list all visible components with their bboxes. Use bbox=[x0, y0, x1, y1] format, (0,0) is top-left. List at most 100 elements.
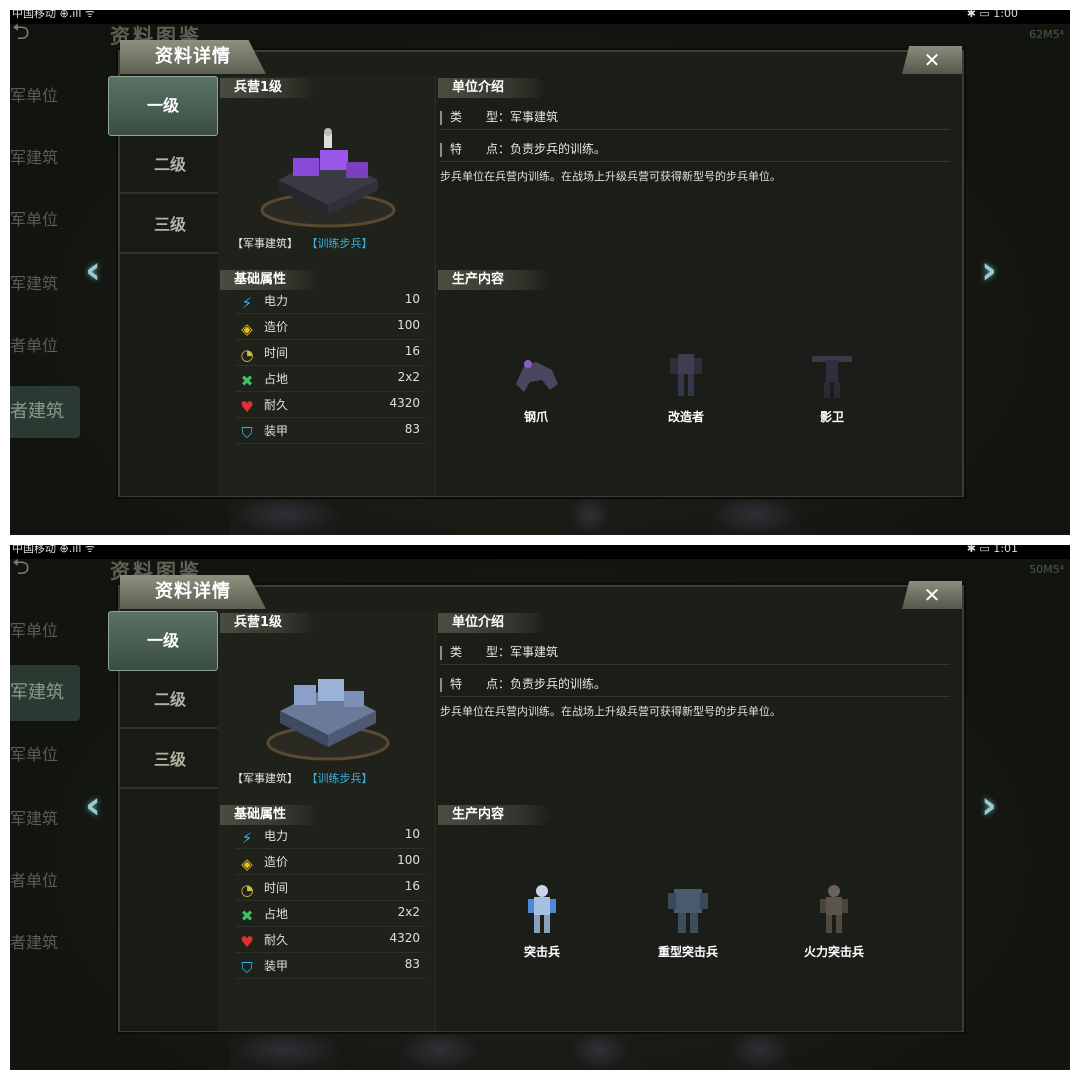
lightning-icon: ⚡ bbox=[241, 829, 253, 847]
attr-value: 16 bbox=[404, 344, 420, 358]
unit-name: 火力突击兵 bbox=[803, 945, 864, 959]
attr-label: 电力 bbox=[264, 829, 289, 843]
attr-value: 10 bbox=[404, 827, 420, 841]
cube-icon: ◈ bbox=[241, 855, 253, 873]
building-tags: 【军事建筑】 【训练步兵】 bbox=[232, 235, 373, 251]
unit-type-text: 类 型：军事建筑 bbox=[450, 645, 559, 659]
close-button[interactable]: ✕ bbox=[902, 581, 962, 609]
production-header: 生产内容 bbox=[438, 270, 552, 290]
area-icon: ✖ bbox=[240, 907, 254, 925]
memory-readout: 62M5⁴ bbox=[1029, 28, 1064, 41]
unit-type-text: 类 型：军事建筑 bbox=[450, 110, 559, 124]
beast-unit-icon bbox=[516, 360, 558, 392]
category-item[interactable]: 者单位 bbox=[10, 861, 80, 901]
category-item[interactable]: 军建筑 bbox=[10, 138, 80, 178]
next-arrow-button[interactable]: › bbox=[972, 248, 1006, 292]
category-item[interactable]: 军建筑 bbox=[10, 264, 80, 304]
category-item[interactable]: 军单位 bbox=[10, 76, 80, 116]
unit-feature-text: 特 点：负责步兵的训练。 bbox=[450, 677, 607, 691]
produced-unit[interactable]: 改造者 bbox=[636, 344, 736, 425]
intro-header: 单位介绍 bbox=[438, 78, 548, 98]
category-item[interactable]: 军建筑 bbox=[10, 799, 80, 839]
background-building bbox=[730, 1030, 790, 1070]
attr-value: 16 bbox=[404, 879, 420, 893]
produced-unit[interactable]: 重型突击兵 bbox=[638, 879, 738, 960]
attr-value: 2x2 bbox=[397, 905, 420, 919]
building-tags: 【军事建筑】 【训练步兵】 bbox=[232, 770, 373, 786]
barracks-building-icon bbox=[260, 128, 396, 228]
produced-unit[interactable]: 钢爪 bbox=[486, 344, 586, 425]
unit-name: 重型突击兵 bbox=[657, 945, 718, 959]
unit-name: 改造者 bbox=[667, 410, 704, 424]
category-item[interactable]: 者单位 bbox=[10, 326, 80, 366]
close-button[interactable]: ✕ bbox=[902, 46, 962, 74]
attr-value: 4320 bbox=[389, 931, 420, 945]
intro-header: 单位介绍 bbox=[438, 613, 548, 633]
tag-category: 【军事建筑】 bbox=[232, 772, 298, 785]
produced-unit[interactable]: 火力突击兵 bbox=[784, 879, 884, 960]
prev-arrow-button[interactable]: ‹ bbox=[76, 783, 110, 827]
shield-icon: ⛉ bbox=[241, 424, 253, 442]
area-icon: ✖ bbox=[240, 372, 254, 390]
attr-row: ⛉ 装甲 83 bbox=[236, 955, 426, 979]
category-item-active[interactable]: 军建筑 bbox=[10, 665, 80, 721]
status-right: ✱ ▭ 1:01 bbox=[966, 545, 1018, 555]
attr-value: 4320 bbox=[389, 396, 420, 410]
tab-level-1[interactable]: 一级 bbox=[108, 76, 218, 136]
category-item[interactable]: 军单位 bbox=[10, 200, 80, 240]
attr-label: 时间 bbox=[264, 881, 289, 895]
heavy-assault-unit-icon bbox=[668, 889, 708, 933]
attr-row: ✖ 占地 2x2 bbox=[236, 903, 426, 927]
lightning-icon: ⚡ bbox=[241, 294, 253, 312]
category-item-active[interactable]: 者建筑 bbox=[10, 386, 80, 438]
level-tabs: 一级 二级 三级 bbox=[108, 611, 220, 1031]
building-name-header: 兵营1级 bbox=[220, 78, 316, 98]
attr-label: 装甲 bbox=[264, 959, 289, 973]
attributes-header: 基础属性 bbox=[220, 805, 320, 825]
back-button[interactable]: ⮌ bbox=[12, 22, 52, 44]
attr-label: 电力 bbox=[264, 294, 289, 308]
attr-label: 时间 bbox=[264, 346, 289, 360]
back-button[interactable]: ⮌ bbox=[12, 557, 52, 579]
tab-level-3[interactable]: 三级 bbox=[120, 196, 220, 254]
produced-unit[interactable]: 影卫 bbox=[782, 344, 882, 425]
attr-row: ⚡ 电力 10 bbox=[236, 290, 426, 314]
category-item[interactable]: 者建筑 bbox=[10, 923, 80, 963]
background-building bbox=[230, 495, 340, 535]
attributes-header: 基础属性 bbox=[220, 270, 320, 290]
produced-unit[interactable]: 突击兵 bbox=[492, 879, 592, 960]
unit-name: 影卫 bbox=[819, 410, 844, 424]
category-item[interactable]: 军单位 bbox=[10, 611, 80, 651]
production-header: 生产内容 bbox=[438, 805, 552, 825]
screenshot-bottom: 中国移动 ⊕.ıll ᯤ ✱ ▭ 1:01 ⮌ 资料图鉴 50M5⁴ 军单位 军… bbox=[10, 545, 1070, 1070]
clock-icon: ◔ bbox=[240, 881, 254, 899]
attr-row: ♥ 耐久 4320 bbox=[236, 929, 426, 953]
attr-label: 耐久 bbox=[264, 398, 289, 412]
tab-level-1[interactable]: 一级 bbox=[108, 611, 218, 671]
status-left: 中国移动 ⊕.ıll ᯤ bbox=[12, 545, 95, 555]
attr-row: ◔ 时间 16 bbox=[236, 342, 426, 366]
building-name-header: 兵营1级 bbox=[220, 613, 316, 633]
attr-label: 造价 bbox=[264, 320, 289, 334]
tag-role: 【训练步兵】 bbox=[312, 772, 373, 785]
shield-icon: ⛉ bbox=[241, 959, 253, 977]
prev-arrow-button[interactable]: ‹ bbox=[76, 248, 110, 292]
attr-row: ✖ 占地 2x2 bbox=[236, 368, 426, 392]
screenshot-top: 中国移动 ⊕.ıll ᯤ ✱ ▭ 1:00 ⮌ 资料图鉴 62M5⁴ 军单位 军… bbox=[10, 10, 1070, 535]
attr-value: 83 bbox=[404, 422, 420, 436]
memory-readout: 50M5⁴ bbox=[1029, 563, 1064, 576]
attr-row: ◔ 时间 16 bbox=[236, 877, 426, 901]
unit-feature-row: 特 点：负责步兵的训练。 bbox=[440, 671, 950, 697]
category-item[interactable]: 军单位 bbox=[10, 735, 80, 775]
tab-level-2[interactable]: 二级 bbox=[120, 136, 220, 194]
mech-unit-icon bbox=[670, 354, 702, 396]
level-tabs: 一级 二级 三级 bbox=[108, 76, 220, 496]
tab-level-3[interactable]: 三级 bbox=[120, 731, 220, 789]
next-arrow-button[interactable]: › bbox=[972, 783, 1006, 827]
attr-row: ◈ 造价 100 bbox=[236, 316, 426, 340]
tab-level-2[interactable]: 二级 bbox=[120, 671, 220, 729]
attr-value: 2x2 bbox=[397, 370, 420, 384]
unit-name: 钢爪 bbox=[523, 410, 548, 424]
attr-label: 占地 bbox=[264, 372, 289, 386]
attr-row: ⛉ 装甲 83 bbox=[236, 420, 426, 444]
